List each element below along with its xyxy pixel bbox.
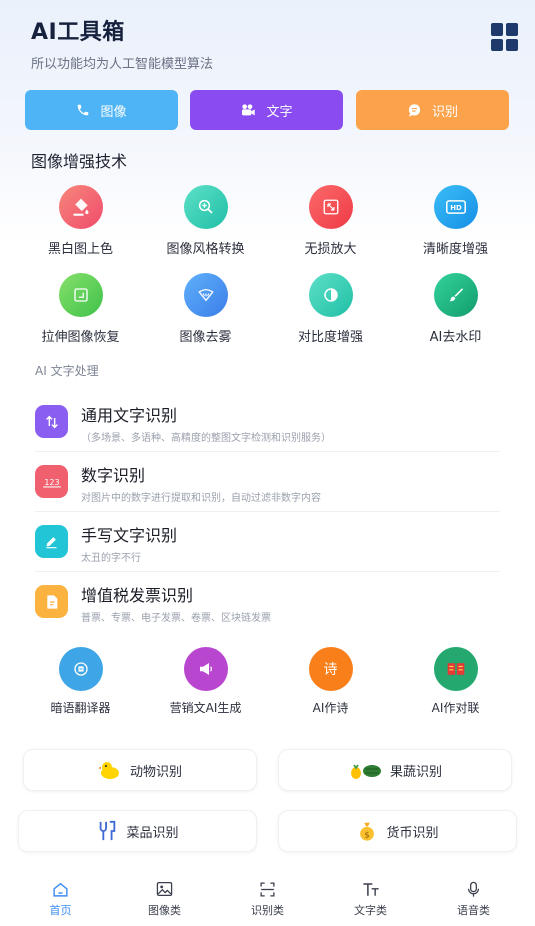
text-button[interactable]: 文字 bbox=[190, 90, 343, 130]
bottom-tab-bar: 首页 图像类 识别类 文字类 语音类 bbox=[0, 870, 535, 926]
list-item-title: 增值税发票识别 bbox=[81, 586, 194, 605]
grid-menu-icon[interactable] bbox=[491, 23, 519, 51]
header: AI工具箱 所以功能均为人工智能模型算法 bbox=[31, 14, 213, 72]
list-item-desc: 太丑的字不行 bbox=[81, 553, 141, 564]
money-bag-icon: $ bbox=[356, 820, 378, 842]
tab-image[interactable]: 图像类 bbox=[111, 880, 218, 918]
list-item-desc: （多场景、多语种、高精度的整图文字检测和识别服务） bbox=[81, 433, 331, 444]
tool-contrast[interactable]: 对比度增强 bbox=[268, 273, 393, 345]
tool-slang-translator[interactable]: 暗语翻译器 bbox=[18, 647, 143, 716]
card-dish-recognition[interactable]: 菜品识别 bbox=[18, 810, 257, 852]
zoom-in-icon bbox=[183, 185, 228, 229]
invoice-icon bbox=[35, 585, 68, 618]
couplet-icon bbox=[433, 647, 478, 691]
tool-ai-couplet[interactable]: AI作对联 bbox=[393, 647, 518, 716]
list-item-invoice-ocr[interactable]: 增值税发票识别 普票、专票、电子发票、卷票、区块链发票 bbox=[35, 572, 500, 632]
fruit-icon bbox=[348, 760, 382, 780]
phone-icon bbox=[76, 103, 90, 117]
defog-icon bbox=[183, 273, 228, 317]
text-icon bbox=[317, 880, 424, 898]
list-item-title: 通用文字识别 bbox=[81, 406, 178, 425]
list-item-desc: 对图片中的数字进行提取和识别，自动过滤非数字内容 bbox=[81, 493, 321, 504]
tab-recognize[interactable]: 识别类 bbox=[214, 880, 321, 918]
text-section-title: AI 文字处理 bbox=[35, 364, 99, 378]
crop-icon bbox=[58, 273, 103, 317]
list-item-title: 手写文字识别 bbox=[81, 526, 178, 545]
duck-icon bbox=[97, 759, 122, 781]
tool-stretch-restore[interactable]: 拉伸图像恢复 bbox=[18, 273, 143, 345]
text-button-label: 文字 bbox=[266, 104, 293, 120]
contrast-icon bbox=[308, 273, 353, 317]
card-currency-recognition[interactable]: $ 货币识别 bbox=[278, 810, 517, 852]
tool-colorize[interactable]: 黑白图上色 bbox=[18, 185, 143, 257]
tool-lossless-upscale[interactable]: 无损放大 bbox=[268, 185, 393, 257]
tool-remove-watermark[interactable]: AI去水印 bbox=[393, 273, 518, 345]
list-item-title: 数字识别 bbox=[81, 466, 146, 485]
list-item-handwriting-ocr[interactable]: 手写文字识别 太丑的字不行 bbox=[35, 512, 500, 572]
expand-icon bbox=[308, 185, 353, 229]
tool-sharpness[interactable]: HD 清晰度增强 bbox=[393, 185, 518, 257]
number-123-icon: 123 bbox=[35, 465, 68, 498]
app-subtitle: 所以功能均为人工智能模型算法 bbox=[31, 57, 214, 72]
scan-icon bbox=[214, 880, 321, 898]
list-item-general-ocr[interactable]: 通用文字识别 （多场景、多语种、高精度的整图文字检测和识别服务） bbox=[35, 392, 500, 452]
tab-voice[interactable]: 语音类 bbox=[420, 880, 527, 918]
camera-icon bbox=[240, 103, 256, 117]
tool-style-transfer[interactable]: 图像风格转换 bbox=[143, 185, 268, 257]
home-icon bbox=[7, 880, 114, 898]
image-button-label: 图像 bbox=[100, 104, 127, 120]
tool-marketing-copy[interactable]: 营销文AI生成 bbox=[143, 647, 268, 716]
sort-icon bbox=[35, 405, 68, 438]
tool-defog[interactable]: 图像去雾 bbox=[143, 273, 268, 345]
recognize-button-label: 识别 bbox=[431, 104, 458, 120]
utensils-icon bbox=[96, 820, 118, 842]
hd-icon: HD bbox=[433, 185, 478, 229]
list-item-number-ocr[interactable]: 123 数字识别 对图片中的数字进行提取和识别，自动过滤非数字内容 bbox=[35, 452, 500, 512]
recognize-button[interactable]: 识别 bbox=[356, 90, 509, 130]
image-section-title: 图像增强技术 bbox=[31, 152, 128, 171]
top-buttons: 图像 文字 识别 bbox=[25, 90, 510, 130]
image-icon bbox=[111, 880, 218, 898]
app-title: AI工具箱 bbox=[31, 20, 125, 45]
svg-text:123: 123 bbox=[44, 477, 59, 486]
card-fruit-recognition[interactable]: 果蔬识别 bbox=[278, 749, 512, 791]
svg-text:HD: HD bbox=[450, 204, 462, 212]
paint-bucket-icon bbox=[58, 185, 103, 229]
card-animal-recognition[interactable]: 动物识别 bbox=[23, 749, 257, 791]
translate-icon bbox=[58, 647, 103, 691]
brush-icon bbox=[433, 273, 478, 317]
tab-home[interactable]: 首页 bbox=[7, 880, 114, 918]
tab-text[interactable]: 文字类 bbox=[317, 880, 424, 918]
svg-text:$: $ bbox=[365, 829, 370, 839]
poem-icon: 诗 bbox=[308, 647, 353, 691]
tool-ai-poem[interactable]: 诗 AI作诗 bbox=[268, 647, 393, 716]
image-button[interactable]: 图像 bbox=[25, 90, 178, 130]
mic-icon bbox=[420, 880, 527, 898]
chat-icon bbox=[407, 103, 422, 118]
megaphone-icon bbox=[183, 647, 228, 691]
pen-icon bbox=[35, 525, 68, 558]
list-item-desc: 普票、专票、电子发票、卷票、区块链发票 bbox=[81, 613, 271, 624]
